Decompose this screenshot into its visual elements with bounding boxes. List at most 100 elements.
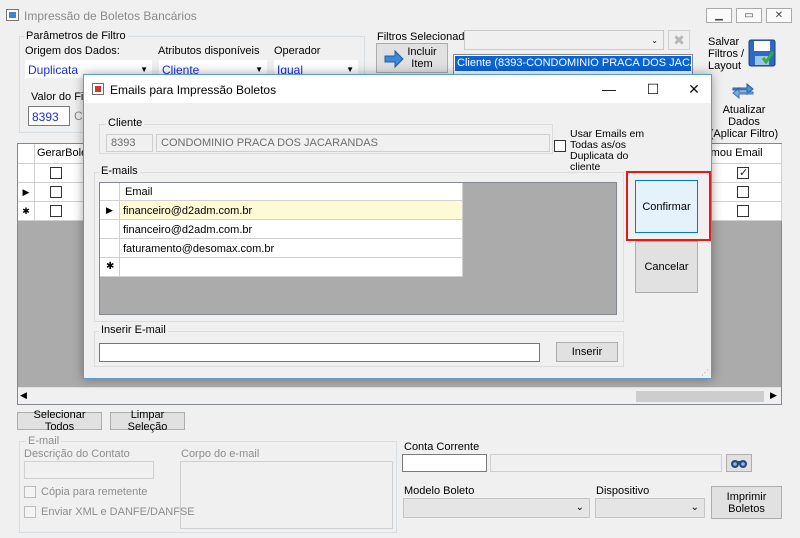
dialog-close-icon[interactable]: ✕ [676,79,712,99]
descricao-contato-input[interactable] [24,461,154,479]
cancelar-button[interactable]: Cancelar [635,241,698,293]
chevron-down-icon: ⌄ [651,36,658,45]
incluir-item-label: Incluir Item [407,46,437,70]
dialog-titlebar: Emails para Impressão Boletos — ☐ ✕ [84,75,711,103]
valor-code: 8393 [32,110,59,124]
atualizar-dados-label: Atualizar Dados (Aplicar Filtro) [709,104,779,140]
email-checkbox[interactable] [737,166,749,179]
dialog-title: Emails para Impressão Boletos [110,83,277,97]
emails-grid-header[interactable]: Email [120,183,463,201]
grid-corner [18,144,35,164]
enviar-xml-checkbox[interactable] [24,506,36,518]
remove-filter-button[interactable]: ✖ [668,30,690,50]
row-indicator [18,164,35,183]
emails-row-indicator [100,239,120,258]
main-titlebar: Impressão de Boletos Bancários ▁ ▭ ✕ [0,0,800,30]
filter-params-title: Parâmetros de Filtro [24,30,128,42]
enviar-xml-label: Enviar XML e DANFE/DANFSE [41,506,195,518]
grid-cell-gerar [35,164,85,183]
current-row-arrow-icon: ▶ [106,205,113,215]
cliente-name-field: CONDOMINIO PRACA DOS JACARANDAS [156,134,550,152]
scroll-left-icon[interactable]: ◀ [20,390,27,401]
email-value: faturamento@desomax.com.br [123,243,275,255]
email-value: financeiro@d2adm.com.br [123,205,253,217]
valor-input[interactable]: 8393 [28,106,70,126]
grid-cell-email [705,202,782,221]
minimize-icon[interactable]: ▁ [706,8,732,23]
gerar-checkbox[interactable] [50,186,62,198]
cliente-code-field: 8393 [106,134,153,152]
gerar-checkbox[interactable] [50,205,62,217]
emails-group-title: E-mails [99,165,140,177]
incluir-item-button[interactable]: Incluir Item [376,43,448,73]
conta-corrente-label: Conta Corrente [404,441,480,453]
main-window-title: Impressão de Boletos Bancários [24,9,197,23]
origem-label: Origem dos Dados: [25,45,120,57]
salvar-filtros-button[interactable]: Salvar Filtros / Layout [707,36,777,72]
chevron-down-icon: ▼ [255,65,263,74]
emails-new-row-indicator: ✱ [100,258,120,277]
operador-label: Operador [274,45,321,57]
filtros-list-item[interactable]: Cliente (8393-CONDOMINIO PRACA DOS JACAR… [455,56,691,71]
grid-cell-gerar [35,183,85,202]
inserir-button[interactable]: Inserir [556,342,618,362]
atributos-label: Atributos disponíveis [158,45,260,57]
inserir-email-input[interactable] [99,343,540,362]
modelo-boleto-dropdown[interactable]: ⌄ [403,498,590,518]
filtros-dropdown[interactable]: ⌄ [464,30,664,50]
x-icon: ✖ [673,32,685,48]
confirmar-highlight-box [626,171,711,241]
grid-header-gerar[interactable]: GerarBoleto [35,144,85,164]
email-row[interactable]: faturamento@desomax.com.br [120,239,463,258]
origem-value: Duplicata [28,63,79,77]
row-indicator-arrow: ▶ [18,183,35,202]
atualizar-dados-button[interactable]: Atualizar Dados (Aplicar Filtro) [708,80,780,140]
dialog-minimize-icon[interactable]: — [591,79,627,99]
email-checkbox[interactable] [737,205,749,217]
chevron-down-icon: ▼ [346,65,354,74]
email-value: financeiro@d2adm.com.br [123,224,253,236]
new-row-icon: ✱ [106,261,115,272]
valor-cut-text: C [74,109,83,123]
resize-grip-icon[interactable]: ⋰ [701,368,709,377]
grid-cell-gerar [35,202,85,221]
binoculars-icon [731,460,747,468]
selecionar-todos-button[interactable]: Selecionar Todos [17,409,102,433]
salvar-filtros-label: Salvar Filtros / Layout [708,36,745,72]
search-conta-button[interactable] [726,454,752,472]
email-new-row[interactable] [120,258,463,277]
email-column-header: Email [125,186,153,198]
emails-row-indicator [100,220,120,239]
grid-header-email[interactable]: rmou Email [705,144,782,164]
copia-remetente-checkbox[interactable] [24,486,36,498]
grid-horizontal-scrollbar[interactable]: ◀ ▶ [18,387,781,404]
emails-grid-corner [100,183,120,201]
scroll-right-icon[interactable]: ▶ [770,390,777,401]
close-icon[interactable]: ✕ [766,8,792,23]
refresh-icon [732,82,754,100]
email-row[interactable]: financeiro@d2adm.com.br [120,220,463,239]
scroll-thumb[interactable] [636,391,764,402]
gerar-checkbox[interactable] [50,167,62,179]
limpar-selecao-button[interactable]: Limpar Seleção [110,409,185,433]
usar-emails-checkbox[interactable] [554,140,566,152]
chevron-down-icon: ▼ [140,65,148,74]
chevron-down-icon: ⌄ [575,502,584,513]
corpo-email-label: Corpo do e-mail [181,448,260,460]
maximize-icon[interactable]: ▭ [736,8,762,23]
imprimir-boletos-button[interactable]: Imprimir Boletos [711,486,782,519]
corpo-email-textarea[interactable] [180,461,393,529]
usar-emails-label: Usar Emails em Todas as/os Duplicata do … [570,128,645,173]
descricao-contato-label: Descrição do Contato [24,448,130,460]
email-checkbox[interactable] [737,186,749,198]
modelo-boleto-label: Modelo Boleto [404,485,475,497]
save-disk-icon [748,39,776,67]
emails-grid[interactable]: Email ▶ financeiro@d2adm.com.br financei… [99,182,617,315]
dialog-maximize-icon[interactable]: ☐ [635,79,671,99]
filtros-selecionados-label: Filtros Selecionados [377,31,477,43]
conta-corrente-code-input[interactable] [402,454,487,472]
grid-cell-email [705,183,782,202]
inserir-email-title: Inserir E-mail [99,324,168,336]
email-row[interactable]: financeiro@d2adm.com.br [120,201,463,220]
dispositivo-dropdown[interactable]: ⌄ [595,498,705,518]
